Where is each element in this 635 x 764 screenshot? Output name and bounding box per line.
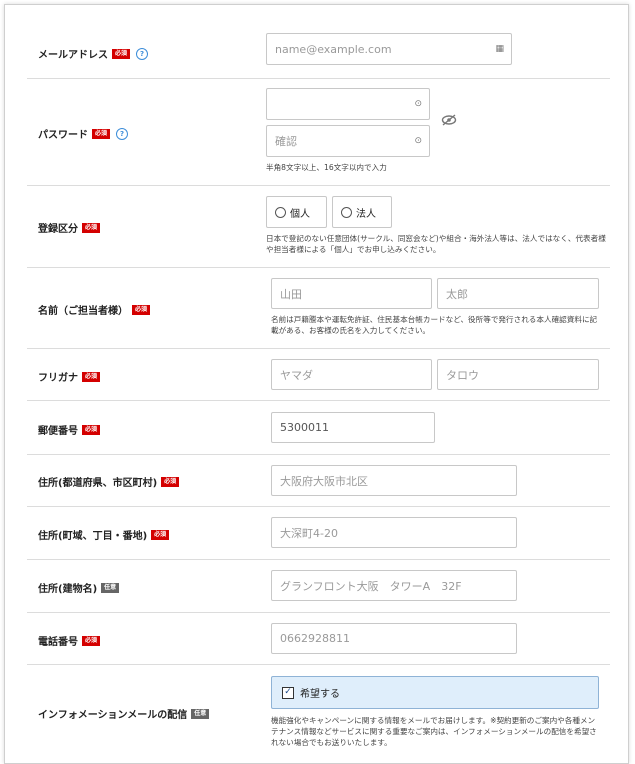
phone-label: 電話番号 xyxy=(38,637,78,648)
password-confirm-placeholder: 確認 xyxy=(275,135,297,148)
addr1-input[interactable]: 大阪府大阪市北区 xyxy=(271,465,517,496)
row-address-street: 住所(町域、丁目・番地) 必須 大深町4-20 xyxy=(27,506,610,560)
help-icon[interactable]: ? xyxy=(116,127,129,140)
phone-label-group: 電話番号 必須 xyxy=(38,633,101,648)
help-icon[interactable]: ? xyxy=(136,47,149,60)
first-kana-placeholder: タロウ xyxy=(446,368,479,382)
autofill-icon: ▦ xyxy=(495,44,504,54)
last-kana-placeholder: ヤマダ xyxy=(280,368,313,382)
password-label-group: パスワード 必須 ? xyxy=(38,126,129,141)
last-name-placeholder: 山田 xyxy=(280,287,302,301)
name-label-group: 名前（ご担当者様） 必須 xyxy=(38,302,151,317)
password-confirm-input[interactable]: 確認 ⊙ xyxy=(266,125,430,157)
newsletter-label-group: インフォメーションメールの配信 任意 xyxy=(38,706,210,721)
row-postal: 郵便番号 必須 5300011 xyxy=(27,400,610,455)
eye-slash-icon[interactable] xyxy=(441,114,457,130)
email-input[interactable]: name@example.com ▦ xyxy=(266,33,512,65)
first-kana-input[interactable]: タロウ xyxy=(437,359,599,390)
required-badge: 必須 xyxy=(82,635,101,646)
addr2-input[interactable]: 大深町4-20 xyxy=(271,517,517,548)
row-address-prefecture: 住所(都道府県、市区町村) 必須 大阪府大阪市北区 xyxy=(27,454,610,507)
optional-badge: 任意 xyxy=(101,582,120,593)
password-note: 半角8文字以上、16文字以内で入力 xyxy=(266,163,387,172)
addr1-label: 住所(都道府県、市区町村) xyxy=(38,478,158,489)
postal-label: 郵便番号 xyxy=(38,426,78,437)
postal-input[interactable]: 5300011 xyxy=(271,412,435,443)
category-note: 日本で登記のない任意団体(サークル、同窓会など)や組合・海外法人等は、法人ではな… xyxy=(266,234,606,254)
radio-circle-icon xyxy=(341,206,352,218)
last-kana-input[interactable]: ヤマダ xyxy=(271,359,432,390)
row-address-building: 住所(建物名) 任意 グランフロント大阪 タワーA 32F xyxy=(27,559,610,613)
optional-badge: 任意 xyxy=(191,708,210,719)
radio-circle-icon xyxy=(275,206,286,218)
radio-corporate[interactable]: 法人 xyxy=(332,196,392,228)
key-icon: ⊙ xyxy=(414,99,422,109)
kana-label-group: フリガナ 必須 xyxy=(38,369,101,384)
required-badge: 必須 xyxy=(151,529,170,540)
checkbox-checked-icon[interactable]: ✓ xyxy=(282,686,294,699)
radio-label: 個人 xyxy=(290,208,310,220)
addr3-input[interactable]: グランフロント大阪 タワーA 32F xyxy=(271,570,517,601)
required-badge: 必須 xyxy=(82,371,101,382)
kana-label: フリガナ xyxy=(38,373,78,384)
name-label: 名前（ご担当者様） xyxy=(38,306,128,317)
row-email: メールアドレス 必須 ? name@example.com ▦ xyxy=(27,26,610,79)
row-name: 名前（ご担当者様） 必須 山田 太郎 名前は戸籍謄本や運転免許証、住民基本台帳カ… xyxy=(27,267,610,349)
row-password: パスワード 必須 ? ⊙ 確認 ⊙ 半角8文字以上、16文字以内で入力 xyxy=(27,78,610,186)
first-name-placeholder: 太郎 xyxy=(446,287,468,301)
phone-placeholder: 0662928811 xyxy=(280,632,350,645)
last-name-input[interactable]: 山田 xyxy=(271,278,432,309)
postal-label-group: 郵便番号 必須 xyxy=(38,422,101,437)
addr1-label-group: 住所(都道府県、市区町村) 必須 xyxy=(38,474,180,489)
newsletter-checkbox-label: 希望する xyxy=(300,689,340,700)
newsletter-checkbox-option[interactable]: ✓ 希望する xyxy=(271,676,599,709)
required-badge: 必須 xyxy=(112,48,131,59)
required-badge: 必須 xyxy=(82,222,101,233)
row-phone: 電話番号 必須 0662928811 xyxy=(27,612,610,665)
addr2-placeholder: 大深町4-20 xyxy=(280,526,338,540)
addr2-label-group: 住所(町域、丁目・番地) 必須 xyxy=(38,527,170,542)
category-label-group: 登録区分 必須 xyxy=(38,220,101,235)
email-label: メールアドレス xyxy=(38,50,108,61)
password-label: パスワード xyxy=(38,130,88,141)
row-newsletter: インフォメーションメールの配信 任意 ✓ 希望する 機能強化やキャンペーンに関す… xyxy=(27,664,610,754)
row-category: 登録区分 必須 個人 法人 日本で登記のない任意団体(サークル、同窓会など)や組… xyxy=(27,185,610,268)
name-note: 名前は戸籍謄本や運転免許証、住民基本台帳カードなど、役所等で発行される本人確認資… xyxy=(271,315,598,335)
first-name-input[interactable]: 太郎 xyxy=(437,278,599,309)
phone-input[interactable]: 0662928811 xyxy=(271,623,517,654)
newsletter-label: インフォメーションメールの配信 xyxy=(38,710,188,721)
required-badge: 必須 xyxy=(132,304,151,315)
postal-value: 5300011 xyxy=(280,421,329,434)
password-input[interactable]: ⊙ xyxy=(266,88,430,120)
addr1-placeholder: 大阪府大阪市北区 xyxy=(280,474,368,488)
registration-form: メールアドレス 必須 ? name@example.com ▦ パスワード 必須… xyxy=(4,4,629,764)
radio-label: 法人 xyxy=(356,208,376,220)
addr3-placeholder: グランフロント大阪 タワーA 32F xyxy=(280,579,462,593)
required-badge: 必須 xyxy=(92,128,111,139)
email-label-group: メールアドレス 必須 ? xyxy=(38,46,149,61)
addr3-label-group: 住所(建物名) 任意 xyxy=(38,580,120,595)
row-kana: フリガナ 必須 ヤマダ タロウ xyxy=(27,348,610,401)
radio-individual[interactable]: 個人 xyxy=(266,196,327,228)
addr3-label: 住所(建物名) xyxy=(38,584,98,595)
email-placeholder: name@example.com xyxy=(275,42,392,56)
key-icon: ⊙ xyxy=(414,136,422,146)
newsletter-note: 機能強化やキャンペーンに関する情報をメールでお届けします。※契約更新のご案内や各… xyxy=(271,716,597,747)
category-label: 登録区分 xyxy=(38,224,78,235)
required-badge: 必須 xyxy=(161,476,180,487)
addr2-label: 住所(町域、丁目・番地) xyxy=(38,531,148,542)
required-badge: 必須 xyxy=(82,424,101,435)
